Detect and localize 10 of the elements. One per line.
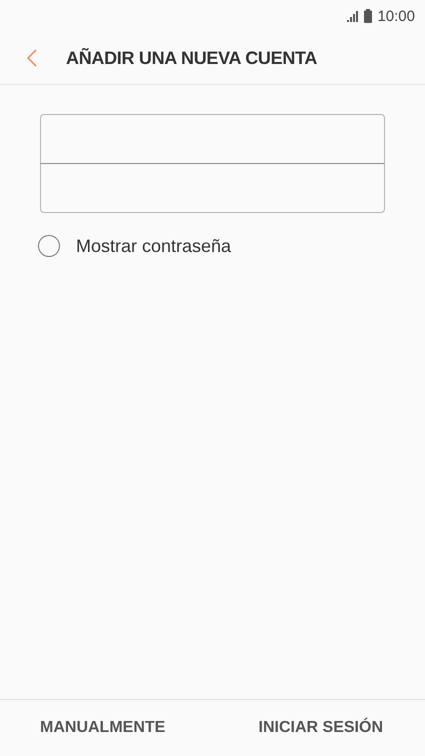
status-time: 10:00 <box>377 8 415 24</box>
radio-button[interactable] <box>38 235 60 257</box>
battery-icon <box>364 9 372 23</box>
show-password-label[interactable]: Mostrar contraseña <box>76 236 232 256</box>
page-title: AÑADIR UNA NUEVA CUENTA <box>66 48 318 68</box>
back-icon[interactable] <box>27 49 37 67</box>
action-button[interactable]: MANUALMENTE <box>30 711 176 745</box>
action-button[interactable]: INICIAR SESIÓN <box>248 711 393 745</box>
input-field[interactable] <box>40 114 385 164</box>
input-field[interactable] <box>40 164 385 213</box>
